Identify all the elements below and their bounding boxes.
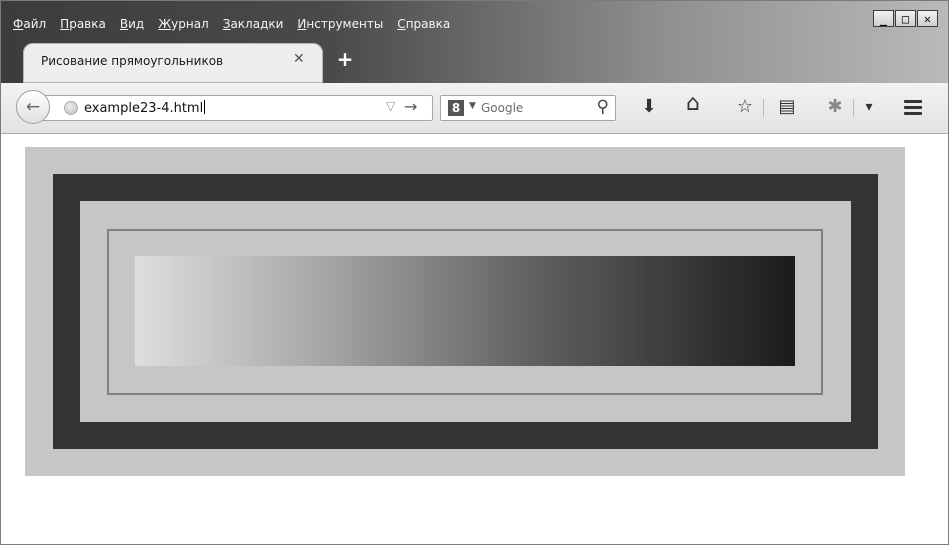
go-arrow-icon[interactable]: →: [404, 97, 417, 116]
tab-close-icon[interactable]: ✕: [293, 51, 305, 67]
minimize-button[interactable]: _: [873, 10, 894, 27]
menu-history-label: урнал: [171, 17, 209, 31]
maximize-button[interactable]: □: [895, 10, 916, 27]
menu-edit-accel: П: [60, 17, 70, 31]
url-input[interactable]: example23-4.html: [84, 100, 206, 116]
search-engine-dropdown-icon[interactable]: ▼: [469, 101, 476, 111]
menu-history[interactable]: Журнал: [158, 14, 209, 34]
overflow-dropdown-icon[interactable]: ▾: [858, 97, 880, 117]
bookmarks-list-icon[interactable]: ▤: [776, 97, 798, 117]
url-text: example23-4.html: [84, 101, 204, 116]
menu-view[interactable]: Вид: [120, 14, 144, 34]
back-button[interactable]: ←: [16, 90, 50, 124]
close-window-button[interactable]: ✕: [917, 10, 938, 27]
menu-view-label: ид: [128, 17, 145, 31]
back-arrow-icon: ←: [25, 97, 41, 117]
hamburger-line: [904, 100, 922, 103]
toolbar-separator: [853, 99, 854, 117]
menu-edit-label: равка: [69, 17, 106, 31]
text-caret: [204, 100, 206, 114]
menu-hamburger-icon[interactable]: [904, 100, 922, 115]
new-tab-button[interactable]: +: [335, 49, 355, 69]
menu-view-accel: В: [119, 17, 129, 31]
download-icon[interactable]: ⬇: [638, 97, 660, 117]
globe-icon: [64, 101, 78, 115]
menu-help[interactable]: Справка: [397, 14, 450, 34]
menu-edit[interactable]: Правка: [60, 14, 106, 34]
menu-file-label: айл: [23, 17, 47, 31]
hamburger-line: [904, 112, 922, 115]
url-history-dropdown-icon[interactable]: ▽: [386, 99, 395, 113]
hamburger-line: [904, 106, 922, 109]
home-icon[interactable]: ⌂: [682, 93, 704, 115]
menu-file-accel: Ф: [13, 17, 24, 31]
tab-title: Рисование прямоугольников: [41, 54, 224, 68]
menu-help-accel: С: [397, 17, 406, 31]
gradient-rectangle: [135, 256, 795, 366]
menu-bookmarks-label: акладки: [230, 17, 284, 31]
window-controls: _ □ ✕: [872, 10, 938, 27]
tab-active[interactable]: Рисование прямоугольников ✕: [23, 43, 323, 83]
menu-tools-label: нструменты: [306, 17, 384, 31]
bookmark-star-icon[interactable]: ☆: [734, 97, 756, 117]
navigation-toolbar: ← example23-4.html ▽ → 8 ▼ Google ⚲ ⬇ ⌂ …: [1, 83, 948, 134]
search-bar[interactable]: 8 ▼ Google ⚲: [440, 95, 616, 121]
menu-bookmarks[interactable]: Закладки: [223, 14, 284, 34]
menu-bar: Файл Правка Вид Журнал Закладки Инструме…: [13, 14, 464, 34]
menu-help-label: правка: [405, 17, 451, 31]
addon-icon[interactable]: ✱: [824, 97, 846, 117]
page-content: [1, 134, 948, 544]
menu-file[interactable]: Файл: [13, 14, 46, 34]
search-icon[interactable]: ⚲: [597, 97, 609, 117]
menu-history-accel: Ж: [158, 17, 172, 31]
menu-tools[interactable]: Инструменты: [297, 14, 383, 34]
toolbar-separator: [763, 99, 764, 117]
url-bar[interactable]: example23-4.html ▽ →: [41, 95, 433, 121]
search-input[interactable]: Google: [481, 101, 523, 115]
title-bar: Файл Правка Вид Журнал Закладки Инструме…: [1, 1, 948, 89]
google-engine-icon[interactable]: 8: [448, 100, 464, 116]
browser-window: Файл Правка Вид Журнал Закладки Инструме…: [0, 0, 949, 545]
